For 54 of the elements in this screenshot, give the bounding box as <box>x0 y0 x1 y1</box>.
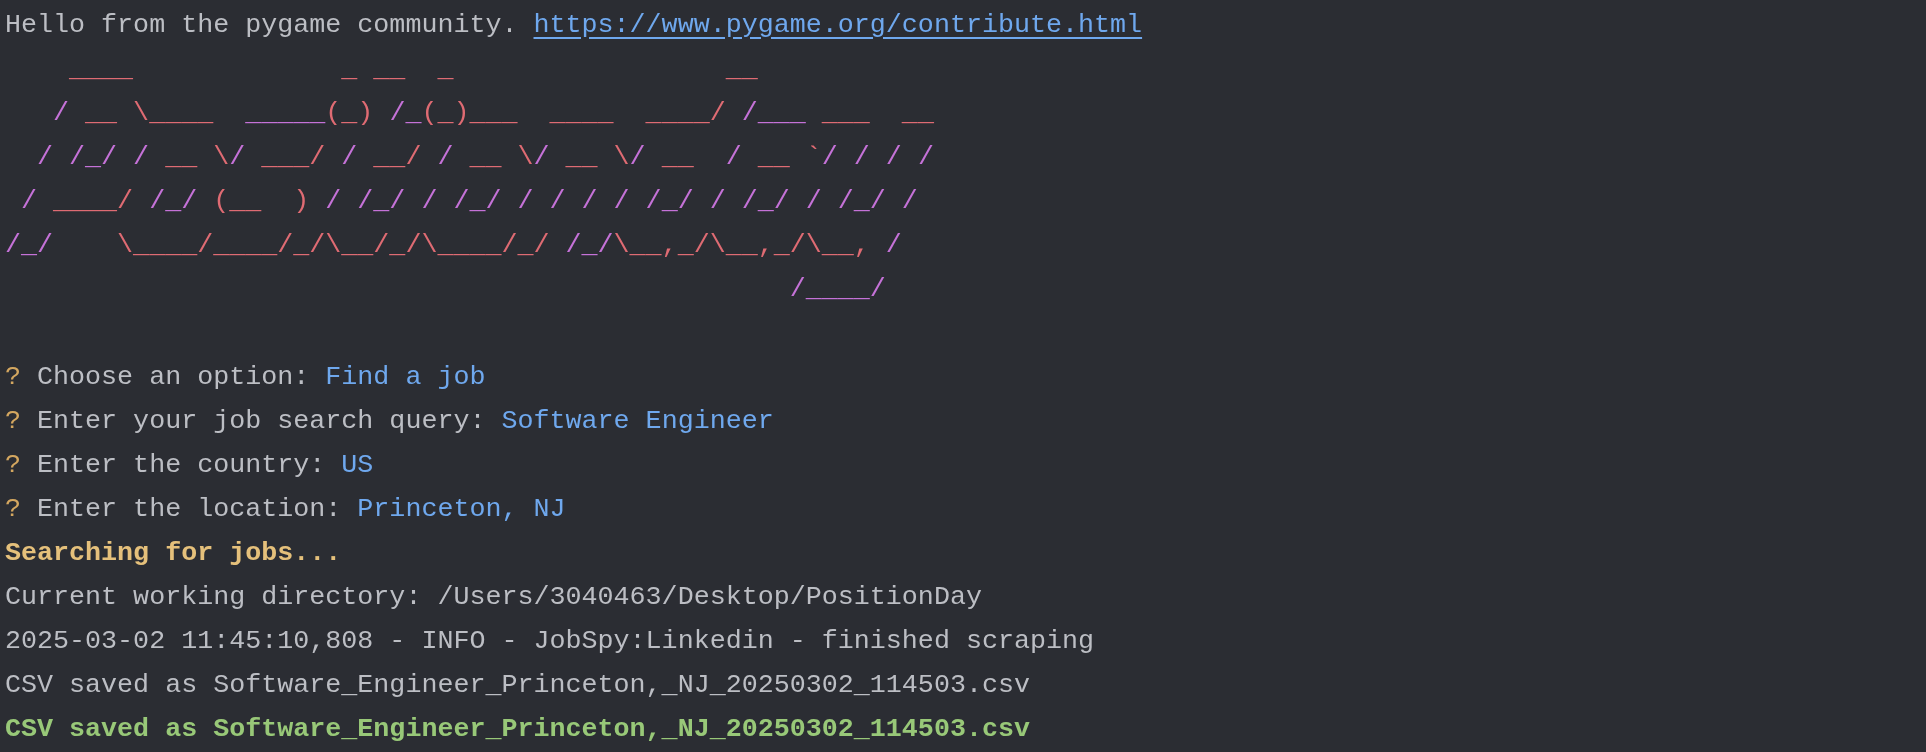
ascii-art-text: / <box>341 142 358 172</box>
ascii-art-text: ____ _ __ _ __ <box>68 54 758 84</box>
ascii-art-text: /_/ <box>5 230 54 260</box>
ascii-art-text: /___ <box>741 98 806 128</box>
ascii-art-text: __/ <box>372 142 423 172</box>
status-message: Searching for jobs... <box>5 538 342 568</box>
ascii-art-text: / <box>725 142 742 172</box>
ascii-art-text: __ \ <box>164 142 230 172</box>
ascii-art-text: \____/____/_/\__/_/\____/_/ <box>116 230 551 260</box>
prompt-label: Choose an option: <box>37 362 310 392</box>
ascii-art-text: _____ <box>245 98 326 128</box>
success-message: CSV saved as Software_Engineer_Princeton,_NJ_20250302_114503.csv <box>5 714 1030 744</box>
ascii-art-text: / <box>884 230 902 260</box>
prompt-marker: ? <box>5 406 21 436</box>
ascii-art-text: __ \ <box>468 142 534 172</box>
prompt-label: Enter the country: <box>37 450 326 480</box>
ascii-art-text: / <box>437 142 454 172</box>
ascii-art-text: __ ` <box>756 142 822 172</box>
ascii-art-text: / /_/ / /_/ / / / / /_/ / /_/ / /_/ / <box>324 186 918 216</box>
ascii-art-text: / <box>20 186 39 216</box>
greeting-text: Hello from the pygame community. <box>5 10 518 40</box>
prompt-label: Enter the location: <box>37 494 342 524</box>
ascii-art-text: / / / / <box>821 142 934 172</box>
ascii-art-text: (__ ) <box>213 186 310 216</box>
ascii-art-text: __ \ <box>564 142 630 172</box>
ascii-art-text: / <box>629 142 646 172</box>
ascii-art-text: __ <box>660 142 695 172</box>
prompt-marker: ? <box>5 494 21 524</box>
ascii-art-text: /____/ <box>788 274 886 304</box>
ascii-art-text: ___/ <box>260 142 327 172</box>
ascii-art-text: / <box>229 142 246 172</box>
ascii-art-text: \__,_/\__,_/\__, <box>613 230 870 260</box>
ascii-art-text: ____/ <box>53 186 134 216</box>
prompt-answer: US <box>341 450 374 480</box>
ascii-art-text: / /_/ / <box>36 142 150 172</box>
ascii-art-text: (_)___ ____ ____/ <box>421 98 727 128</box>
ascii-art-text: ___ __ <box>820 98 934 128</box>
prompt-marker: ? <box>5 450 21 480</box>
log-line: CSV saved as Software_Engineer_Princeton,_NJ_20250302_114503.csv <box>5 670 1030 700</box>
log-line: 2025-03-02 11:45:10,808 - INFO - JobSpy:Linkedin - finished scraping <box>5 626 1095 656</box>
ascii-art-text: / <box>533 142 550 172</box>
ascii-art-text: /_/ <box>565 230 614 260</box>
ascii-art-text: (_) <box>325 98 375 128</box>
prompt-answer: Find a job <box>325 362 486 392</box>
ascii-art-text: __ \____ <box>84 98 215 128</box>
prompt-marker: ? <box>5 362 21 392</box>
log-line: Current working directory: /Users/3040463/Desktop/PositionDay <box>5 582 982 612</box>
ascii-art-text: / <box>52 98 70 128</box>
prompt-label: Enter your job search query: <box>37 406 486 436</box>
link[interactable]: https://www.pygame.org/contribute.html <box>533 10 1143 40</box>
prompt-answer: Princeton, NJ <box>357 494 566 524</box>
ascii-art-text: /_/ <box>148 186 199 216</box>
prompt-answer: Software Engineer <box>501 406 774 436</box>
ascii-art-text: /_ <box>389 98 422 128</box>
